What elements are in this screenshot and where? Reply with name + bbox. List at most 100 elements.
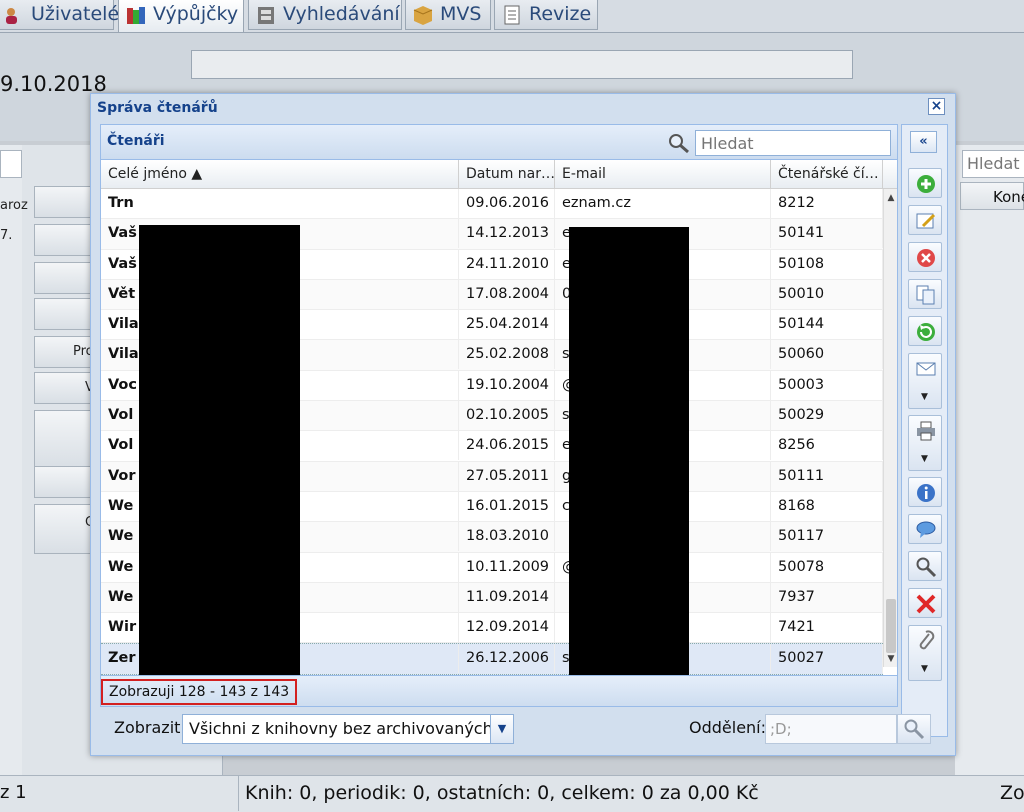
card-number-cell: 50117: [771, 522, 883, 552]
right-toolbar: « ▼ ▼ ▼: [901, 124, 948, 737]
find-button[interactable]: [908, 551, 942, 581]
notepad-icon: [504, 5, 520, 25]
copy-button[interactable]: [908, 279, 942, 309]
card-number-cell: 50111: [771, 461, 883, 491]
card-number-cell: 50060: [771, 340, 883, 370]
background-search-input[interactable]: Hledat: [962, 150, 1024, 178]
tab-revize[interactable]: Revize: [494, 0, 598, 30]
birth-date-cell: 10.11.2009: [459, 552, 555, 582]
side-button[interactable]: [34, 224, 96, 256]
dialog-footer: Zobrazit: Všichni z knihovny bez archivo…: [100, 708, 898, 748]
status-left: z 1: [0, 782, 27, 803]
search-icon: [669, 134, 689, 154]
attach-button[interactable]: ▼: [908, 625, 942, 681]
birth-date-cell: 18.03.2010: [459, 522, 555, 552]
birth-date-cell: 24.06.2015: [459, 431, 555, 461]
left-fragment: 7.: [0, 228, 13, 243]
top-tab-bar: Uživatelé Výpůjčky Vyhledávání MVS Reviz…: [0, 0, 1024, 33]
department-search-button[interactable]: [897, 714, 931, 744]
tab-vypujcky[interactable]: Výpůjčky: [118, 0, 244, 33]
tab-uzivatele[interactable]: Uživatelé: [0, 0, 119, 30]
side-button[interactable]: [34, 262, 96, 294]
column-card-number[interactable]: Čtenářské čí…: [771, 160, 883, 188]
message-icon: [916, 521, 936, 538]
column-birth-date[interactable]: Datum nar…: [459, 160, 555, 188]
table-row[interactable]: Trn 09.06.2016 eznam.cz 8212: [101, 189, 883, 220]
chevron-down-icon[interactable]: ▼: [921, 392, 928, 402]
card-number-cell: 50010: [771, 279, 883, 309]
vertical-scrollbar[interactable]: ▲ ▼: [883, 189, 897, 667]
birth-date-cell: 24.11.2010: [459, 249, 555, 279]
print-icon: [917, 421, 935, 441]
tab-label: Vyhledávání: [283, 3, 400, 25]
close-icon[interactable]: ×: [928, 98, 945, 115]
tab-label: Výpůjčky: [153, 3, 239, 25]
side-button[interactable]: V: [34, 372, 96, 404]
side-button[interactable]: [34, 410, 96, 468]
package-icon: [413, 6, 433, 25]
card-number-cell: 8168: [771, 491, 883, 521]
mail-icon: [916, 362, 936, 376]
chevron-down-icon[interactable]: ▼: [490, 715, 513, 743]
catalog-search-icon: [258, 7, 274, 24]
search-icon: [904, 719, 925, 740]
background-column-header[interactable]: Kone: [960, 182, 1024, 210]
search-input[interactable]: [695, 130, 891, 156]
scroll-down-icon[interactable]: ▼: [884, 652, 897, 666]
chevron-down-icon[interactable]: ▼: [921, 454, 928, 464]
side-button[interactable]: [34, 186, 96, 218]
birth-date-cell: 16.01.2015: [459, 491, 555, 521]
birth-date-cell: 19.10.2004: [459, 370, 555, 400]
birth-date-cell: 27.05.2011: [459, 461, 555, 491]
column-headers: Celé jméno ▲ Datum nar… E-mail Čtenářské…: [101, 160, 897, 189]
collapse-icon[interactable]: «: [910, 131, 937, 153]
info-icon: [917, 484, 935, 502]
side-button[interactable]: Pro: [34, 336, 96, 368]
side-button[interactable]: C: [34, 504, 96, 554]
birth-date-cell: 17.08.2004: [459, 279, 555, 309]
delete-button[interactable]: [908, 242, 942, 272]
email-cell: eznam.cz: [555, 189, 771, 218]
card-number-cell: 50078: [771, 552, 883, 582]
status-right: Zo: [1000, 782, 1024, 804]
add-icon: [917, 175, 935, 193]
scroll-thumb[interactable]: [886, 599, 896, 653]
dialog-title: Správa čtenářů: [97, 100, 218, 116]
side-button[interactable]: [34, 466, 96, 498]
filter-select[interactable]: Všichni z knihovny bez archivovaných ▼: [182, 714, 514, 744]
edit-icon: [916, 213, 936, 229]
background-left-field[interactable]: [0, 150, 22, 178]
side-button[interactable]: [34, 298, 96, 330]
column-full-name[interactable]: Celé jméno ▲: [101, 160, 459, 188]
department-input[interactable]: ;D;: [765, 714, 897, 744]
remove-button[interactable]: [908, 588, 942, 618]
scroll-up-icon[interactable]: ▲: [884, 191, 897, 205]
add-button[interactable]: [908, 168, 942, 198]
background-field[interactable]: [191, 50, 853, 79]
status-summary: Knih: 0, periodik: 0, ostatních: 0, celk…: [245, 782, 759, 804]
readers-dialog: Správa čtenářů × Čtenáři Celé jméno ▲ Da…: [90, 93, 956, 756]
close-red-icon: [916, 594, 936, 614]
card-number-cell: 50027: [771, 644, 883, 674]
mail-button[interactable]: ▼: [908, 353, 942, 409]
tab-mvs[interactable]: MVS: [405, 0, 491, 30]
reader-name-cell: Trn: [101, 189, 459, 218]
tab-label: Uživatelé: [31, 3, 120, 25]
birth-date-cell: 25.04.2014: [459, 310, 555, 340]
copy-icon: [916, 285, 935, 305]
card-number-cell: 7421: [771, 613, 883, 643]
message-button[interactable]: [908, 514, 942, 544]
print-button[interactable]: ▼: [908, 415, 942, 471]
tab-vyhledavani[interactable]: Vyhledávání: [248, 0, 402, 30]
paging-info: Zobrazuji 128 - 143 z 143: [101, 679, 298, 705]
tab-label: MVS: [440, 3, 482, 25]
info-button[interactable]: [908, 477, 942, 507]
refresh-button[interactable]: [908, 316, 942, 346]
column-email[interactable]: E-mail: [555, 160, 771, 188]
delete-icon: [917, 249, 935, 267]
edit-button[interactable]: [908, 205, 942, 235]
birth-date-cell: 11.09.2014: [459, 582, 555, 612]
department-label: Oddělení:: [689, 718, 767, 737]
chevron-down-icon[interactable]: ▼: [921, 664, 928, 674]
card-number-cell: 50108: [771, 249, 883, 279]
